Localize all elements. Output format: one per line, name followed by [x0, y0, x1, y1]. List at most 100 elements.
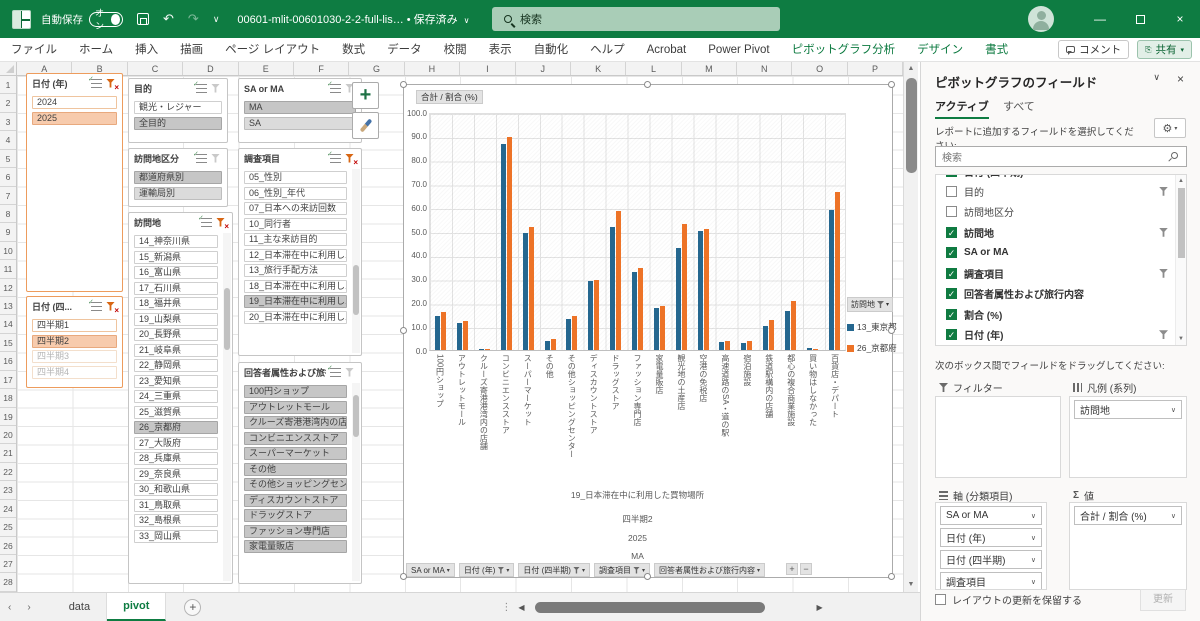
- row-header-13[interactable]: 13: [0, 297, 16, 315]
- slicer-scrollbar[interactable]: [223, 233, 231, 581]
- field-row-訪問地区分[interactable]: 訪問地区分: [936, 202, 1186, 223]
- slicer-item-05_性別[interactable]: 05_性別: [244, 171, 347, 184]
- ribbon-tab-ピボットグラフ分析[interactable]: ピボットグラフ分析: [781, 38, 907, 62]
- document-title[interactable]: 00601-mlit-00601030-2-2-full-lis… • 保存済み…: [237, 11, 469, 27]
- column-headers[interactable]: ABCDEFGHIJKLMNOP: [17, 62, 903, 76]
- row-header-24[interactable]: 24: [0, 500, 16, 518]
- bar-13_東京都[interactable]: [763, 326, 768, 350]
- row-header-10[interactable]: 10: [0, 242, 16, 260]
- bar-26_京都府[interactable]: [660, 306, 665, 350]
- slicer-日付 (四...[interactable]: 日付 (四...四半期1四半期2四半期3四半期4: [26, 296, 123, 388]
- row-header-27[interactable]: 27: [0, 555, 16, 573]
- bar-13_東京都[interactable]: [610, 227, 615, 350]
- ribbon-tab-Acrobat[interactable]: Acrobat: [636, 38, 698, 62]
- scroll-up-icon[interactable]: ▲: [904, 62, 918, 76]
- bar-13_東京都[interactable]: [435, 316, 440, 351]
- clear-filter-icon[interactable]: [345, 368, 356, 378]
- maximize-button[interactable]: [1120, 0, 1160, 38]
- redo-icon[interactable]: ↷: [188, 11, 199, 27]
- slicer-訪問地[interactable]: 訪問地14_神奈川県15_新潟県16_富山県17_石川県18_福井県19_山梨県…: [128, 212, 233, 584]
- bar-26_京都府[interactable]: [507, 137, 512, 350]
- slicer-item-スーパーマーケット[interactable]: スーパーマーケット: [244, 447, 347, 460]
- slicer-item-運輸局別[interactable]: 運輸局別: [134, 187, 222, 200]
- slicer-scroll-thumb[interactable]: [353, 265, 359, 315]
- ribbon-tab-ヘルプ[interactable]: ヘルプ: [579, 38, 636, 62]
- bar-26_京都府[interactable]: [616, 211, 621, 350]
- field-checkbox[interactable]: ✓: [946, 329, 957, 340]
- bar-26_京都府[interactable]: [813, 349, 818, 350]
- bar-13_東京都[interactable]: [457, 323, 462, 350]
- area-pill-SA or MA[interactable]: SA or MA∨: [940, 506, 1042, 525]
- slicer-item-MA[interactable]: MA: [244, 101, 356, 114]
- vscroll-thumb[interactable]: [906, 78, 917, 173]
- scrollbar-gripper[interactable]: ⋮: [501, 602, 512, 613]
- legend-item-13_東京都[interactable]: 13_東京都: [847, 321, 893, 333]
- row-header-4[interactable]: 4: [0, 131, 16, 149]
- slicer-item-13_旅行手配方法[interactable]: 13_旅行手配方法: [244, 264, 347, 277]
- bar-26_京都府[interactable]: [441, 312, 446, 350]
- slicer-item-19_山梨県[interactable]: 19_山梨県: [134, 313, 218, 326]
- slicer-item-21_岐阜県[interactable]: 21_岐阜県: [134, 344, 218, 357]
- excel-app-icon[interactable]: [12, 10, 31, 29]
- undo-icon[interactable]: ↶: [163, 11, 174, 27]
- slicer-item-27_大阪府[interactable]: 27_大阪府: [134, 437, 218, 450]
- slicer-item-アウトレットモール[interactable]: アウトレットモール: [244, 401, 347, 414]
- axis-area-box[interactable]: ▲▼ SA or MA∨日付 (年)∨日付 (四半期)∨調査項目∨: [935, 502, 1047, 590]
- slicer-調査項目[interactable]: 調査項目05_性別06_性別_年代07_日本への来訪回数10_同行者11_主な来…: [238, 148, 362, 356]
- slicer-item-全目的[interactable]: 全目的: [134, 117, 222, 130]
- ribbon-tab-数式[interactable]: 数式: [331, 38, 376, 62]
- slicer-item-33_岡山県[interactable]: 33_岡山県: [134, 530, 218, 543]
- clear-filter-icon[interactable]: [211, 154, 222, 164]
- slicer-item-20_長野県[interactable]: 20_長野県: [134, 328, 218, 341]
- row-header-9[interactable]: 9: [0, 223, 16, 241]
- ribbon-tab-データ[interactable]: データ: [376, 38, 433, 62]
- bar-13_東京都[interactable]: [479, 349, 484, 350]
- slicer-item-2025[interactable]: 2025: [32, 112, 117, 125]
- slicer-scroll-thumb[interactable]: [224, 288, 230, 350]
- bar-26_京都府[interactable]: [485, 349, 490, 350]
- share-button[interactable]: ⎘ 共有 ▾: [1137, 40, 1192, 59]
- chart-plot-area[interactable]: [429, 113, 846, 351]
- row-header-3[interactable]: 3: [0, 113, 16, 131]
- slicer-item-100円ショップ[interactable]: 100円ショップ: [244, 385, 347, 398]
- bar-13_東京都[interactable]: [588, 281, 593, 350]
- row-header-17[interactable]: 17: [0, 371, 16, 389]
- vertical-scrollbar[interactable]: ▲ ▼: [903, 62, 918, 592]
- bar-13_東京都[interactable]: [545, 341, 550, 351]
- field-checkbox[interactable]: [946, 186, 957, 197]
- row-header-8[interactable]: 8: [0, 205, 16, 223]
- field-row-調査項目[interactable]: ✓調査項目: [936, 263, 1186, 284]
- bar-26_京都府[interactable]: [769, 320, 774, 350]
- bar-13_東京都[interactable]: [676, 248, 681, 350]
- row-header-15[interactable]: 15: [0, 334, 16, 352]
- column-header-O[interactable]: O: [792, 62, 847, 75]
- column-header-K[interactable]: K: [571, 62, 626, 75]
- area-pill-合計 / 割合 (%)[interactable]: 合計 / 割合 (%)∨: [1074, 506, 1182, 525]
- slicer-item-ディスカウントストア[interactable]: ディスカウントストア: [244, 494, 347, 507]
- bar-26_京都府[interactable]: [835, 192, 840, 350]
- minimize-button[interactable]: —: [1080, 0, 1120, 38]
- column-header-L[interactable]: L: [626, 62, 681, 75]
- ribbon-tab-ファイル[interactable]: ファイル: [0, 38, 68, 62]
- multi-select-icon[interactable]: [196, 154, 207, 163]
- pane-tools-button[interactable]: ⚙▾: [1154, 118, 1186, 138]
- field-checkbox[interactable]: ✓: [946, 247, 957, 258]
- drill-buttons[interactable]: + −: [786, 563, 812, 575]
- pane-collapse-icon[interactable]: ∨: [1153, 72, 1160, 83]
- pane-tab-active[interactable]: アクティブ: [935, 98, 989, 119]
- bar-13_東京都[interactable]: [698, 231, 703, 350]
- values-area-box[interactable]: 合計 / 割合 (%)∨: [1069, 502, 1187, 590]
- slicer-item-四半期4[interactable]: 四半期4: [32, 366, 117, 379]
- ribbon-tab-描画[interactable]: 描画: [169, 38, 214, 62]
- scroll-down-icon[interactable]: ▼: [904, 578, 918, 592]
- area-pill-日付 (四半期)[interactable]: 日付 (四半期)∨: [940, 550, 1042, 569]
- slicer-scrollbar[interactable]: [352, 169, 360, 353]
- pane-close-icon[interactable]: ×: [1177, 72, 1184, 86]
- field-row-日付 (年)[interactable]: ✓日付 (年): [936, 325, 1186, 346]
- bar-13_東京都[interactable]: [719, 342, 724, 350]
- multi-select-icon[interactable]: [201, 218, 212, 227]
- row-header-21[interactable]: 21: [0, 444, 16, 462]
- hscroll-left-icon[interactable]: ◀: [512, 603, 530, 612]
- row-header-28[interactable]: 28: [0, 573, 16, 591]
- bar-13_東京都[interactable]: [632, 272, 637, 351]
